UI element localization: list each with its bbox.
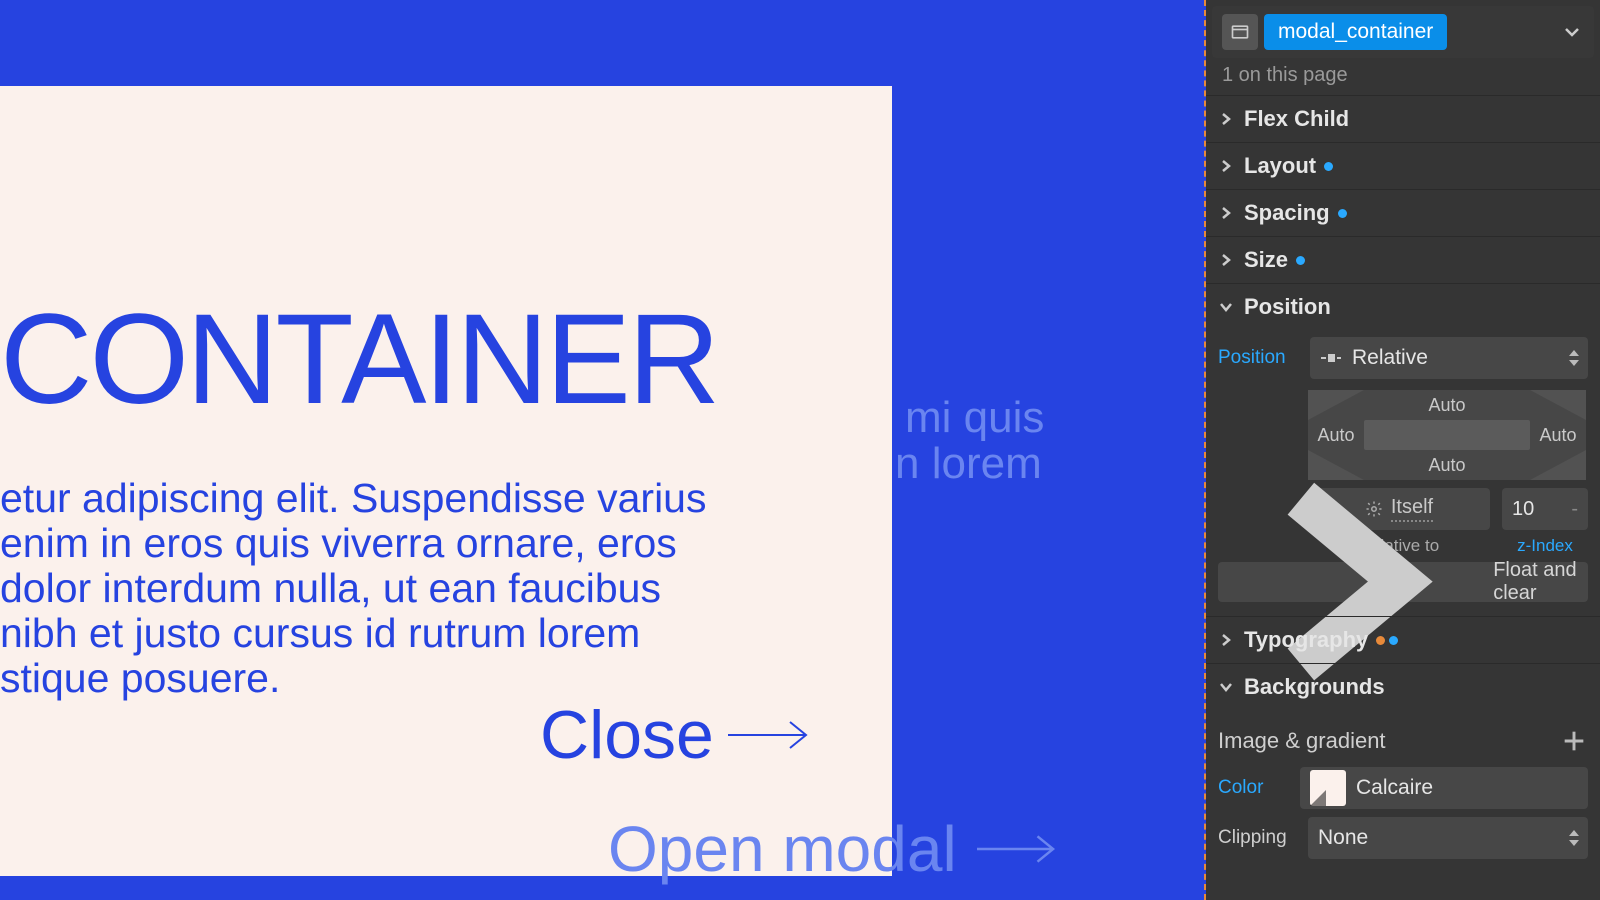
arrow-right-icon xyxy=(977,826,1057,872)
z-index-label[interactable]: z-Index xyxy=(1502,536,1588,556)
clipping-label: Clipping xyxy=(1218,827,1298,849)
modal-container-element[interactable]: CONTAINER etur adipiscing elit. Suspendi… xyxy=(0,86,892,876)
plus-icon[interactable] xyxy=(1560,727,1588,755)
modified-indicator-icon xyxy=(1324,162,1333,171)
offset-bottom[interactable]: Auto xyxy=(1364,450,1530,480)
offset-right[interactable]: Auto xyxy=(1530,420,1586,450)
element-type-icon[interactable] xyxy=(1222,14,1258,50)
style-panel: modal_container 1 on this page Flex Chil… xyxy=(1206,0,1600,900)
modified-indicator-icon xyxy=(1389,636,1398,645)
clipping-select[interactable]: None xyxy=(1308,817,1588,859)
section-typography[interactable]: Typography xyxy=(1206,617,1600,663)
section-size[interactable]: Size xyxy=(1206,237,1600,283)
caret-up-icon xyxy=(1568,349,1580,357)
modal-body-text: etur adipiscing elit. Suspendisse varius… xyxy=(0,476,740,701)
position-label[interactable]: Position xyxy=(1218,347,1300,369)
color-swatch-icon xyxy=(1310,770,1346,806)
chevron-right-icon xyxy=(1218,632,1234,648)
close-link[interactable]: Close xyxy=(540,696,810,774)
image-gradient-label: Image & gradient xyxy=(1218,728,1386,754)
modal-heading: CONTAINER xyxy=(0,286,717,433)
z-index-input[interactable]: 10 - xyxy=(1502,488,1588,530)
section-spacing[interactable]: Spacing xyxy=(1206,190,1600,236)
section-flex-child[interactable]: Flex Child xyxy=(1206,96,1600,142)
offset-center xyxy=(1364,420,1530,450)
class-chip[interactable]: modal_container xyxy=(1264,14,1447,50)
chevron-right-icon xyxy=(1218,252,1234,268)
offset-top[interactable]: Auto xyxy=(1364,390,1530,420)
open-modal-label: Open modal xyxy=(608,812,957,886)
chevron-down-icon xyxy=(1218,679,1234,695)
offset-left[interactable]: Auto xyxy=(1308,420,1364,450)
chevron-down-icon[interactable] xyxy=(1560,20,1584,44)
section-layout[interactable]: Layout xyxy=(1206,143,1600,189)
caret-down-icon xyxy=(1568,839,1580,847)
bg-color-field[interactable]: Calcaire xyxy=(1300,767,1588,809)
position-select[interactable]: Relative xyxy=(1310,337,1588,379)
section-backgrounds[interactable]: Backgrounds xyxy=(1206,664,1600,710)
chevron-right-icon xyxy=(1218,158,1234,174)
section-position[interactable]: Position xyxy=(1206,284,1600,330)
instance-count: 1 on this page xyxy=(1206,64,1600,95)
chevron-right-icon xyxy=(1218,205,1234,221)
position-relative-icon xyxy=(1320,351,1342,365)
modified-indicator-icon xyxy=(1338,209,1347,218)
float-and-clear-toggle[interactable]: Float and clear xyxy=(1218,562,1588,602)
position-offsets[interactable]: Auto Auto Auto Auto xyxy=(1308,390,1586,480)
bg-color-label[interactable]: Color xyxy=(1218,777,1290,799)
chevron-down-icon xyxy=(1218,299,1234,315)
close-label: Close xyxy=(540,696,714,774)
modified-indicator-icon xyxy=(1376,636,1385,645)
arrow-right-icon xyxy=(728,718,810,752)
background-paragraph: mi quis n lorem xyxy=(905,395,1044,487)
caret-down-icon xyxy=(1568,359,1580,367)
caret-up-icon xyxy=(1568,829,1580,837)
open-modal-link[interactable]: Open modal xyxy=(608,812,1057,886)
selector-field[interactable]: modal_container xyxy=(1212,6,1594,58)
chevron-right-icon xyxy=(1218,111,1234,127)
modified-indicator-icon xyxy=(1296,256,1305,265)
stepper-dash-icon: - xyxy=(1571,498,1578,521)
design-canvas[interactable]: mi quis n lorem CONTAINER etur adipiscin… xyxy=(0,0,1206,900)
